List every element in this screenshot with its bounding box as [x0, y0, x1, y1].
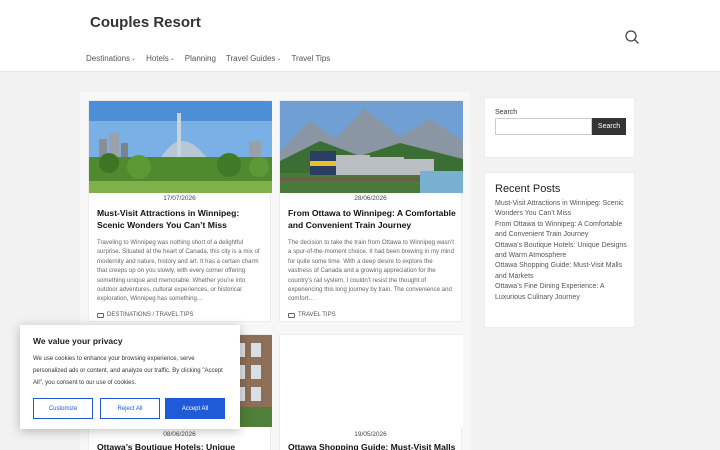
nav-label: Travel Guides	[225, 54, 276, 63]
nav-label: Destinations	[86, 54, 131, 63]
post-title[interactable]: From Ottawa to Winnipeg: A Comfortable a…	[288, 207, 458, 231]
cookie-text: We use cookies to enhance your browsing …	[33, 356, 223, 386]
post-thumbnail[interactable]	[89, 101, 272, 193]
site-header: Couples Resort Destinations ⌄ Hotels ⌄ Pla…	[0, 0, 720, 72]
folder-icon	[97, 312, 104, 318]
post-title[interactable]: Ottawa’s Boutique Hotels: Unique Designs	[97, 441, 267, 450]
nav-travel-guides[interactable]: Travel Guides ⌄	[226, 54, 282, 63]
post-card: 17/07/2026 Must-Visit Attractions in Win…	[88, 100, 272, 322]
post-categories: DESTINATIONS / TRAVEL TIPS	[97, 312, 193, 318]
chevron-down-icon: ⌄	[276, 56, 282, 62]
category-links[interactable]: TRAVEL TIPS	[298, 312, 336, 318]
search-widget: Search Search	[484, 97, 635, 158]
chevron-down-icon: ⌄	[131, 56, 137, 62]
nav-hotels[interactable]: Hotels ⌄	[146, 54, 175, 63]
customize-button[interactable]: Customize	[33, 398, 93, 419]
post-card: 19/05/2026 Ottawa Shopping Guide: Must-V…	[279, 334, 463, 450]
cookie-title: We value your privacy	[33, 336, 123, 346]
category-links[interactable]: DESTINATIONS / TRAVEL TIPS	[107, 312, 193, 318]
nav-planning[interactable]: Planning	[185, 54, 216, 63]
post-date: 17/07/2026	[163, 195, 196, 202]
post-thumbnail[interactable]	[280, 101, 463, 193]
post-categories: TRAVEL TIPS	[288, 312, 336, 318]
chevron-down-icon: ⌄	[169, 56, 175, 62]
post-title[interactable]: Ottawa Shopping Guide: Must-Visit Malls	[288, 441, 458, 450]
post-excerpt: The decision to take the train from Otta…	[288, 239, 454, 303]
recent-post-link[interactable]: Ottawa Shopping Guide: Must-Visit Malls …	[495, 261, 629, 282]
nav-label: Hotels	[146, 54, 169, 63]
post-excerpt: Traveling to Winnipeg was nothing short …	[97, 239, 260, 303]
recent-post-link[interactable]: From Ottawa to Winnipeg: A Comfortable a…	[495, 220, 629, 241]
post-date: 08/06/2026	[163, 431, 196, 438]
nav-label: Travel Tips	[291, 54, 331, 63]
main-nav: Destinations ⌄ Hotels ⌄ Planning Travel Gu…	[86, 54, 330, 63]
search-label: Search	[495, 109, 518, 116]
search-icon[interactable]	[624, 29, 640, 45]
recent-post-link[interactable]: Ottawa’s Fine Dining Experience: A Luxur…	[495, 282, 629, 303]
search-button[interactable]: Search	[592, 118, 626, 135]
nav-destinations[interactable]: Destinations ⌄	[86, 54, 136, 63]
nav-travel-tips[interactable]: Travel Tips	[291, 54, 330, 63]
post-card: 28/06/2026 From Ottawa to Winnipeg: A Co…	[279, 100, 463, 322]
reject-all-button[interactable]: Reject All	[100, 398, 160, 419]
recent-post-link[interactable]: Ottawa’s Boutique Hotels: Unique Designs…	[495, 241, 629, 262]
nav-label: Planning	[184, 54, 216, 63]
search-input[interactable]	[495, 118, 592, 135]
post-title[interactable]: Must-Visit Attractions in Winnipeg: Scen…	[97, 207, 267, 231]
recent-posts-list: Must-Visit Attractions in Winnipeg: Scen…	[495, 199, 629, 303]
folder-icon	[288, 312, 295, 318]
recent-posts-widget: Recent Posts Must-Visit Attractions in W…	[484, 172, 635, 328]
post-date: 28/06/2026	[354, 195, 387, 202]
post-thumbnail[interactable]	[280, 335, 463, 427]
post-date: 19/05/2026	[354, 431, 387, 438]
site-title[interactable]: Couples Resort	[90, 14, 201, 31]
cookie-consent-banner: We value your privacy We use cookies to …	[20, 325, 240, 429]
recent-posts-heading: Recent Posts	[495, 183, 561, 195]
accept-all-button[interactable]: Accept All	[165, 398, 225, 419]
recent-post-link[interactable]: Must-Visit Attractions in Winnipeg: Scen…	[495, 199, 629, 220]
